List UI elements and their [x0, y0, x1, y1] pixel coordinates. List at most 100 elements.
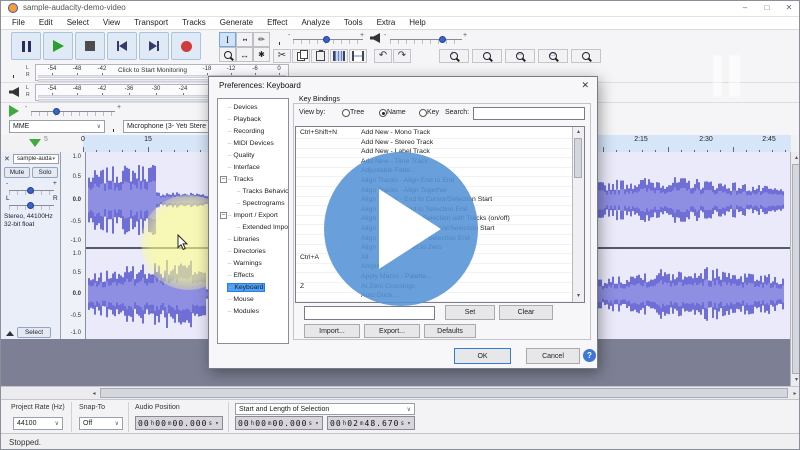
- draw-tool-button[interactable]: ✏: [253, 32, 270, 47]
- solo-button[interactable]: Solo: [32, 167, 58, 178]
- menu-effect[interactable]: Effect: [260, 17, 294, 29]
- menu-edit[interactable]: Edit: [32, 17, 60, 29]
- search-input[interactable]: [473, 107, 585, 120]
- gain-thumb[interactable]: [27, 187, 34, 194]
- export-button[interactable]: Export...: [364, 324, 420, 338]
- tree-item-midi-devices[interactable]: MIDI Devices: [228, 140, 274, 147]
- binding-row[interactable]: Bass and Treble...: [296, 302, 572, 303]
- redo-button[interactable]: ↷: [393, 49, 411, 63]
- scroll-up-icon[interactable]: ▴: [792, 154, 800, 161]
- maximize-button[interactable]: □: [758, 2, 776, 14]
- dialog-close-icon[interactable]: ✕: [581, 80, 589, 91]
- cut-button[interactable]: ✂: [273, 49, 291, 63]
- bindings-scroll-down-icon[interactable]: ▾: [574, 292, 583, 299]
- binding-row[interactable]: Ctrl+Shift+NAdd New - Mono Track: [296, 129, 572, 139]
- scroll-left-icon[interactable]: ◂: [89, 390, 99, 397]
- pinned-playhead-icon[interactable]: [29, 139, 41, 147]
- tree-item-tracks[interactable]: Tracks: [228, 176, 253, 183]
- tree-item-directories[interactable]: Directories: [228, 248, 266, 255]
- selection-length-field[interactable]: 00h02m48.670s▾: [327, 416, 415, 430]
- vertical-scroll-thumb[interactable]: [792, 164, 800, 374]
- tree-item-warnings[interactable]: Warnings: [228, 260, 262, 267]
- radio-key[interactable]: [419, 109, 427, 117]
- menu-select[interactable]: Select: [60, 17, 96, 29]
- pan-thumb[interactable]: [27, 202, 34, 209]
- import-button[interactable]: Import...: [304, 324, 360, 338]
- radio-label-name[interactable]: Name: [387, 109, 406, 116]
- selection-mode-combo[interactable]: Start and Length of Selection∨: [235, 403, 415, 415]
- tree-item-playback[interactable]: Playback: [228, 116, 261, 123]
- collapse-track-icon[interactable]: [6, 331, 14, 336]
- tree-item-keyboard[interactable]: Keyboard: [228, 284, 264, 291]
- cancel-button[interactable]: Cancel: [526, 348, 580, 364]
- track-name-menu[interactable]: sample-auda▾: [13, 154, 59, 164]
- menu-tracks[interactable]: Tracks: [175, 17, 213, 29]
- tree-item-recording[interactable]: Recording: [228, 128, 264, 135]
- minimize-button[interactable]: –: [736, 2, 754, 14]
- stop-button[interactable]: [75, 32, 105, 60]
- tree-item-interface[interactable]: Interface: [228, 164, 260, 171]
- tree-item-libraries[interactable]: Libraries: [228, 236, 259, 243]
- tree-item-tracks-behaviors[interactable]: Tracks Behaviors: [237, 188, 289, 195]
- bindings-scroll-up-icon[interactable]: ▴: [574, 128, 583, 135]
- binding-row[interactable]: Add New - Label Track: [296, 148, 572, 158]
- menu-help[interactable]: Help: [402, 17, 432, 29]
- zoom-in-button[interactable]: +: [439, 49, 469, 63]
- playback-volume-slider[interactable]: [390, 39, 462, 44]
- radio-tree[interactable]: [342, 109, 350, 117]
- tree-item-spectrograms[interactable]: Spectrograms: [237, 200, 285, 207]
- tree-item-extended-import[interactable]: Extended Import: [237, 224, 289, 231]
- set-button[interactable]: Set: [445, 305, 495, 320]
- timeshift-tool-button[interactable]: ↔: [236, 47, 253, 62]
- tree-item-mouse[interactable]: Mouse: [228, 296, 254, 303]
- multi-tool-button[interactable]: ✱: [253, 47, 270, 62]
- recording-volume-thumb[interactable]: [323, 36, 330, 43]
- record-button[interactable]: [171, 32, 201, 60]
- zoom-tool-button[interactable]: [219, 47, 236, 62]
- close-button[interactable]: ✕: [780, 2, 798, 14]
- selection-start-field[interactable]: 00h00m00.000s▾: [235, 416, 323, 430]
- scroll-down-icon[interactable]: ▾: [792, 376, 800, 383]
- play-at-speed-icon[interactable]: [9, 105, 19, 117]
- snap-to-combo[interactable]: Off∨: [79, 417, 123, 430]
- video-play-overlay[interactable]: [324, 152, 478, 306]
- playback-volume-thumb[interactable]: [439, 36, 446, 43]
- zoom-selection-button[interactable]: ↔: [505, 49, 535, 63]
- skip-to-end-button[interactable]: [139, 32, 169, 60]
- zoom-out-button[interactable]: −: [472, 49, 502, 63]
- horizontal-scrollbar[interactable]: ◂ ▸: [1, 386, 800, 399]
- play-button[interactable]: [43, 32, 73, 60]
- trim-audio-button[interactable]: [330, 49, 348, 63]
- scroll-right-icon[interactable]: ▸: [790, 390, 800, 397]
- skip-to-start-button[interactable]: [107, 32, 137, 60]
- menu-analyze[interactable]: Analyze: [294, 17, 336, 29]
- menu-transport[interactable]: Transport: [127, 17, 175, 29]
- hotkey-input[interactable]: [304, 306, 435, 320]
- project-rate-combo[interactable]: 44100∨: [13, 417, 63, 430]
- zoom-toggle-button[interactable]: [571, 49, 601, 63]
- radio-name[interactable]: [379, 109, 387, 117]
- ok-button[interactable]: OK: [454, 348, 511, 364]
- tree-item-devices[interactable]: Devices: [228, 104, 258, 111]
- menu-extra[interactable]: Extra: [370, 17, 403, 29]
- paste-button[interactable]: [311, 49, 329, 63]
- play-speed-slider[interactable]: [31, 111, 115, 116]
- undo-button[interactable]: ↶: [374, 49, 392, 63]
- track-close-icon[interactable]: ✕: [4, 155, 10, 163]
- clear-button[interactable]: Clear: [499, 305, 553, 320]
- menu-file[interactable]: File: [5, 17, 32, 29]
- audio-host-combo[interactable]: MME∨: [9, 120, 105, 133]
- radio-label-key[interactable]: Key: [427, 109, 439, 116]
- copy-button[interactable]: [292, 49, 310, 63]
- vertical-scrollbar[interactable]: ▴ ▾: [790, 152, 800, 386]
- bindings-scrollbar[interactable]: ▴ ▾: [572, 127, 584, 302]
- envelope-tool-button[interactable]: ▸◂: [236, 32, 253, 47]
- help-button[interactable]: ?: [583, 349, 596, 362]
- tree-item-import-export[interactable]: Import / Export: [228, 212, 278, 219]
- zoom-fit-button[interactable]: ▭: [538, 49, 568, 63]
- vertical-scale-ruler[interactable]: 1.00.50.0-0.5-1.01.00.50.0-0.5-1.0: [61, 152, 86, 339]
- defaults-button[interactable]: Defaults: [424, 324, 476, 338]
- menu-view[interactable]: View: [96, 17, 127, 29]
- tree-item-quality[interactable]: Quality: [228, 152, 255, 159]
- track-select-button[interactable]: Select: [17, 327, 51, 338]
